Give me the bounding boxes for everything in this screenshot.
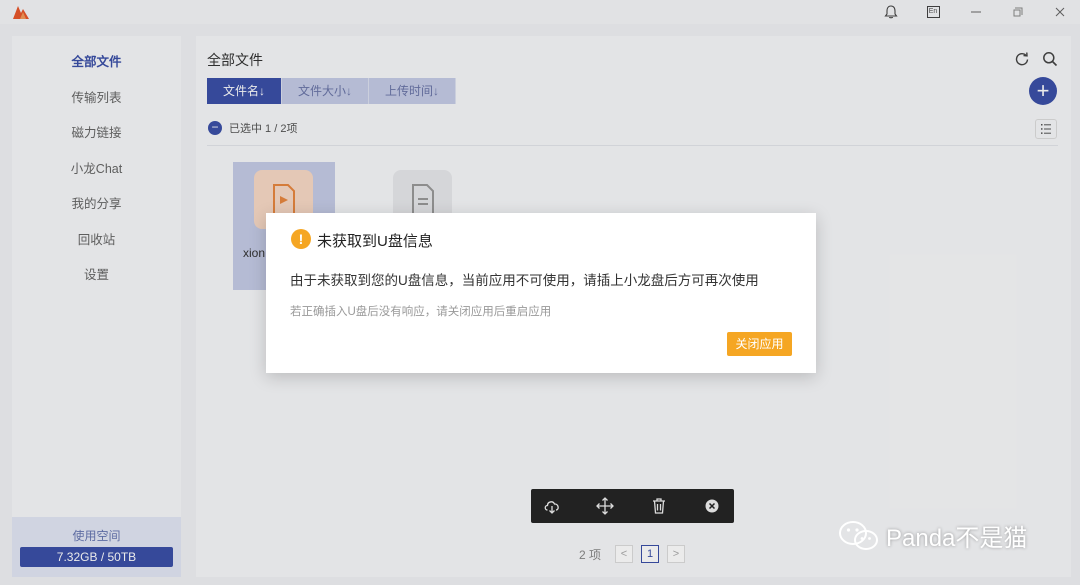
dialog-message: 由于未获取到您的U盘信息，当前应用不可使用，请插上小龙盘后方可再次使用 [290, 273, 759, 288]
close-icon[interactable] [703, 497, 721, 515]
move-icon[interactable] [596, 497, 614, 515]
download-icon[interactable] [543, 497, 561, 515]
close-app-button[interactable]: 关闭应用 [727, 332, 792, 356]
warning-icon: ! [291, 229, 311, 249]
watermark: Panda不是猫 [838, 518, 1027, 553]
watermark-text: Panda不是猫 [886, 525, 1028, 552]
selection-action-bar [531, 489, 734, 523]
error-dialog: ! 未获取到U盘信息 由于未获取到您的U盘信息，当前应用不可使用，请插上小龙盘后… [266, 213, 816, 373]
dialog-title: 未获取到U盘信息 [317, 233, 433, 250]
wechat-icon [839, 520, 878, 550]
delete-icon[interactable] [650, 497, 668, 515]
dialog-hint: 若正确插入U盘后没有响应，请关闭应用后重启应用 [290, 306, 552, 318]
